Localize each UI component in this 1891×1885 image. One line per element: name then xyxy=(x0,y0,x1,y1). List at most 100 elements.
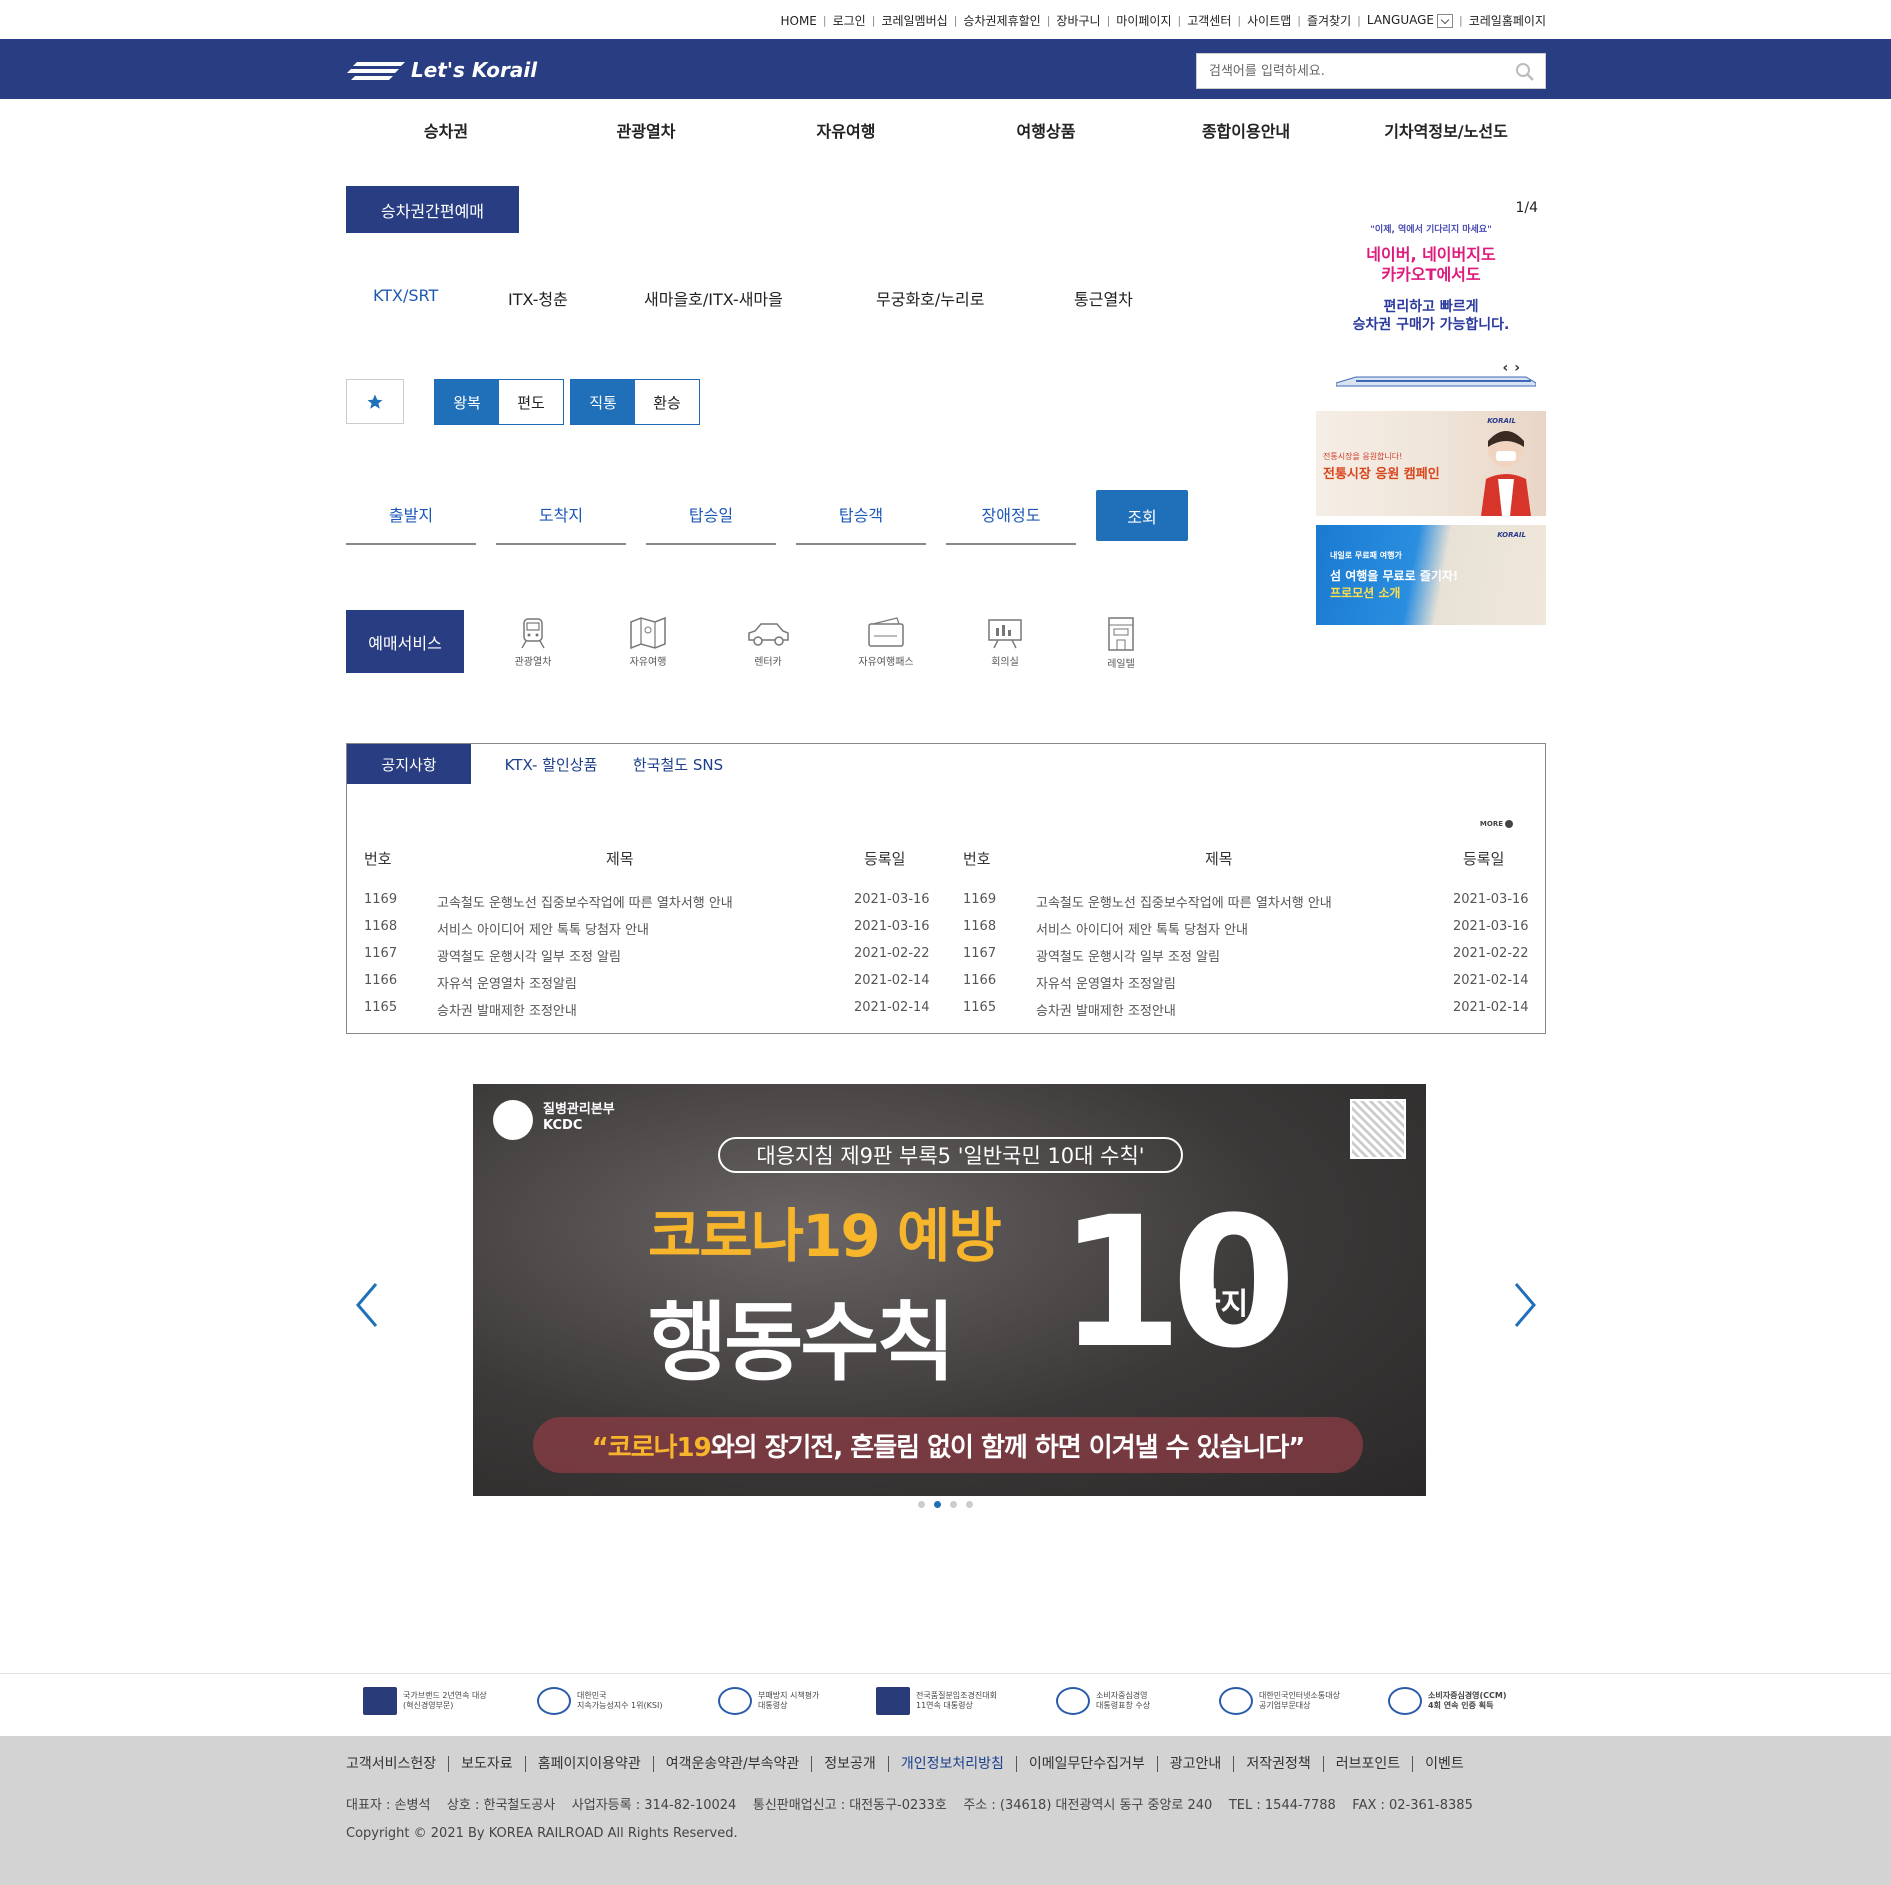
tab-commuter[interactable]: 통근열차 xyxy=(1074,286,1133,310)
date-field[interactable]: 탑승일 xyxy=(646,498,776,545)
pass-icon xyxy=(868,617,904,647)
util-korail-home[interactable]: 코레일홈페이지 xyxy=(1469,12,1546,29)
search-input[interactable] xyxy=(1197,54,1497,88)
person-illustration xyxy=(1481,431,1531,516)
notice-link[interactable]: 광역철도 운행시각 일부 조정 알림 xyxy=(437,946,621,965)
util-discount[interactable]: 승차권제휴할인 xyxy=(963,12,1040,29)
service-free-pass[interactable]: 자유여행패스 xyxy=(841,616,931,668)
search-box xyxy=(1196,53,1546,89)
carousel-dot[interactable] xyxy=(918,1501,925,1508)
route-type-toggle: 직통 환승 xyxy=(570,379,700,425)
gnb-tour-train[interactable]: 관광열차 xyxy=(546,118,746,142)
favorite-button[interactable] xyxy=(346,379,404,424)
notice-link[interactable]: 서비스 아이디어 제안 톡톡 당첨자 안내 xyxy=(1036,919,1248,938)
service-rent-car[interactable]: 렌터카 xyxy=(723,616,813,668)
footer-links: 고객서비스헌장 보도자료 홈페이지이용약관 여객운송약관/부속약관 정보공개 개… xyxy=(346,1756,1476,1772)
footer-link[interactable]: 여객운송약관/부속약관 xyxy=(652,1756,812,1772)
tab-sns[interactable]: 한국철도 SNS xyxy=(631,744,725,784)
query-button[interactable]: 조회 xyxy=(1096,490,1188,541)
transfer-button[interactable]: 환승 xyxy=(635,380,699,424)
tab-ktx-srt[interactable]: KTX/SRT xyxy=(373,286,438,305)
util-sitemap[interactable]: 사이트맵 xyxy=(1247,12,1291,29)
footer-link[interactable]: 러브포인트 xyxy=(1322,1756,1412,1772)
util-favorites[interactable]: 즐겨찾기 xyxy=(1307,12,1351,29)
tab-ktx-discount[interactable]: KTX- 할인상품 xyxy=(471,744,631,784)
ad-banner-island[interactable]: KORAIL 내일로 무료패 여행가 섬 여행을 무료로 즐기자! 프로모션 소개 xyxy=(1316,525,1546,625)
trip-type-toggle: 왕복 편도 xyxy=(434,379,564,425)
footer-link[interactable]: 고객서비스헌장 xyxy=(346,1756,448,1772)
gnb-free-travel[interactable]: 자유여행 xyxy=(746,118,946,142)
gnb-guide[interactable]: 종합이용안내 xyxy=(1146,118,1346,142)
more-link[interactable]: MORE xyxy=(1480,820,1513,828)
passenger-field[interactable]: 탑승객 xyxy=(796,498,926,545)
quick-booking-title: 승차권간편예매 xyxy=(346,186,519,233)
round-trip-button[interactable]: 왕복 xyxy=(435,380,499,424)
notice-link[interactable]: 승차권 발매제한 조정안내 xyxy=(437,1000,577,1019)
carousel-prev-icon[interactable] xyxy=(352,1280,382,1330)
carousel-next-icon[interactable] xyxy=(1510,1280,1540,1330)
service-meeting-room[interactable]: 회의실 xyxy=(960,616,1050,668)
service-railtel[interactable]: 레일텔 xyxy=(1076,616,1166,670)
util-mypage[interactable]: 마이페이지 xyxy=(1116,12,1171,29)
service-tour-train[interactable]: 관광열차 xyxy=(488,616,578,668)
footer-link[interactable]: 광고안내 xyxy=(1156,1756,1234,1772)
notice-board: 공지사항 KTX- 할인상품 한국철도 SNS MORE 번호 제목 등록일 1… xyxy=(346,743,1546,1034)
direct-button[interactable]: 직통 xyxy=(571,380,635,424)
footer-link[interactable]: 이메일무단수집거부 xyxy=(1015,1756,1157,1772)
notice-link[interactable]: 고속철도 운행노선 집중보수작업에 따른 열차서행 안내 xyxy=(1036,892,1332,911)
board-tabs: 공지사항 KTX- 할인상품 한국철도 SNS xyxy=(347,744,725,784)
util-home[interactable]: HOME xyxy=(780,14,816,28)
search-icon[interactable] xyxy=(1515,62,1535,82)
tab-saemaeul[interactable]: 새마을호/ITX-새마을 xyxy=(644,286,783,310)
service-free-travel[interactable]: 자유여행 xyxy=(603,616,693,668)
util-cart[interactable]: 장바구니 xyxy=(1056,12,1100,29)
train-icon xyxy=(521,618,545,649)
award-item: 대한민국 지속가능성지수 1위(KSI) xyxy=(537,1687,662,1715)
util-language[interactable]: LANGUAGE xyxy=(1367,13,1453,28)
footer-link[interactable]: 정보공개 xyxy=(811,1756,888,1772)
carousel-dot-active[interactable] xyxy=(934,1501,941,1508)
notice-link[interactable]: 자유석 운영열차 조정알림 xyxy=(1036,973,1176,992)
notice-link[interactable]: 승차권 발매제한 조정안내 xyxy=(1036,1000,1176,1019)
carousel-dots xyxy=(918,1501,982,1508)
footer-link[interactable]: 이벤트 xyxy=(1412,1756,1476,1772)
award-item: 부패방지 시책평가 대통령상 xyxy=(718,1687,819,1715)
tab-itx-cheongchun[interactable]: ITX-청춘 xyxy=(508,286,568,310)
arrival-field[interactable]: 도착지 xyxy=(496,498,626,545)
ad-banner-kakao[interactable]: 1/4 "이제, 역에서 기다리지 마세요" 네이버, 네이버지도 카카오T에서… xyxy=(1316,190,1546,400)
gnb-travel-products[interactable]: 여행상품 xyxy=(946,118,1146,142)
util-membership[interactable]: 코레일멤버십 xyxy=(881,12,947,29)
notice-link[interactable]: 광역철도 운행시각 일부 조정 알림 xyxy=(1036,946,1220,965)
notice-link[interactable]: 서비스 아이디어 제안 톡톡 당첨자 안내 xyxy=(437,919,649,938)
disability-field[interactable]: 장애정도 xyxy=(946,498,1076,545)
carousel-dot[interactable] xyxy=(950,1501,957,1508)
footer-link[interactable]: 저작권정책 xyxy=(1233,1756,1322,1772)
award-item: 전국품질분임조경진대회 11연속 대통령상 xyxy=(876,1687,997,1715)
departure-field[interactable]: 출발지 xyxy=(346,498,476,545)
award-item: 국가브랜드 2년연속 대상 (혁신경영부문) xyxy=(363,1687,487,1715)
footer-link[interactable]: 보도자료 xyxy=(448,1756,525,1772)
ksa-award-icon xyxy=(876,1687,910,1715)
car-icon xyxy=(748,623,789,646)
notice-link[interactable]: 고속철도 운행노선 집중보수작업에 따른 열차서행 안내 xyxy=(437,892,733,911)
util-customer-center[interactable]: 고객센터 xyxy=(1187,12,1231,29)
copyright: Copyright © 2021 By KOREA RAILROAD All R… xyxy=(346,1826,738,1841)
notice-link[interactable]: 자유석 운영열차 조정알림 xyxy=(437,973,577,992)
footer-link[interactable]: 홈페이지이용약관 xyxy=(524,1756,653,1772)
carousel-dot[interactable] xyxy=(966,1501,973,1508)
company-info: 대표자 : 손병석 상호 : 한국철도공사 사업자등록 : 314-82-100… xyxy=(346,1798,1473,1813)
footer-link-privacy[interactable]: 개인정보처리방침 xyxy=(887,1756,1016,1772)
anticorruption-award-icon xyxy=(718,1687,752,1715)
covid-banner[interactable]: 질병관리본부 KCDC 대응지침 제9판 부록5 '일반국민 10대 수칙' 코… xyxy=(473,1084,1426,1496)
gnb-station-info[interactable]: 기차역정보/노선도 xyxy=(1346,118,1546,142)
tab-mugunghwa[interactable]: 무궁화호/누리로 xyxy=(876,286,984,310)
icsi-award-icon xyxy=(1219,1687,1253,1715)
more-arrow-icon xyxy=(1505,820,1513,828)
one-way-button[interactable]: 편도 xyxy=(499,380,563,424)
tab-notice[interactable]: 공지사항 xyxy=(347,744,471,784)
gnb-ticket[interactable]: 승차권 xyxy=(346,118,546,142)
logo[interactable]: Let's Korail xyxy=(347,55,537,85)
util-login[interactable]: 로그인 xyxy=(833,12,866,29)
awards-divider xyxy=(0,1673,1891,1674)
ad-banner-market[interactable]: KORAIL 전통시장을 응원합니다! 전통시장 응원 캠페인 xyxy=(1316,411,1546,516)
